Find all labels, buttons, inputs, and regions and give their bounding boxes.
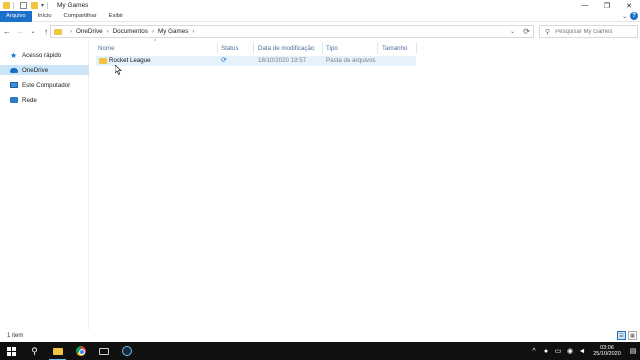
tab-arquivo[interactable]: Arquivo <box>0 10 32 22</box>
window-title: My Games <box>57 2 89 9</box>
maximize-button[interactable]: ❐ <box>596 0 618 11</box>
sync-icon: ⟳ <box>221 57 227 64</box>
expand-ribbon-icon[interactable]: ⌄ <box>622 13 627 20</box>
search-icon: ⚲ <box>545 28 551 36</box>
file-list[interactable]: Nome ^ Status Data de modificação Tipo T… <box>90 39 640 330</box>
sort-ascending-icon: ^ <box>154 39 157 45</box>
customize-toolbar-icon[interactable]: ▾ <box>41 2 44 9</box>
show-hidden-icons-icon[interactable]: ^ <box>528 342 540 360</box>
column-separator[interactable] <box>217 42 218 54</box>
monitor-icon <box>98 347 109 355</box>
column-separator[interactable] <box>416 42 417 54</box>
file-modified: 18/10/2020 19:57 <box>258 57 307 64</box>
start-button[interactable] <box>0 342 23 360</box>
column-header-status[interactable]: Status <box>221 42 239 54</box>
title-bar: ▾ My Games — ❐ ✕ <box>0 0 640 11</box>
cloud-icon <box>10 67 18 73</box>
tab-inicio[interactable]: Início <box>32 11 58 22</box>
search-icon: ⚲ <box>31 345 38 356</box>
sidebar-item-label: Acesso rápido <box>22 51 62 59</box>
search-input[interactable] <box>555 28 636 35</box>
taskbar-chrome[interactable] <box>69 342 92 360</box>
chevron-right-icon[interactable]: › <box>152 29 154 35</box>
clock[interactable]: 03:06 25/10/2020 <box>588 345 626 358</box>
taskbar-search-button[interactable]: ⚲ <box>23 342 46 360</box>
file-explorer-icon <box>52 347 63 355</box>
chrome-icon <box>75 346 86 356</box>
search-box[interactable]: ⚲ <box>539 25 638 38</box>
status-bar: 1 item ☰ ▦ <box>0 330 640 342</box>
details-view-icon[interactable]: ☰ <box>617 331 626 340</box>
network-tray-icon[interactable]: ▭ <box>552 342 564 360</box>
taskbar-file-explorer[interactable] <box>46 342 69 360</box>
ribbon-right-controls: ⌄ ? <box>622 12 638 20</box>
tab-exibir[interactable]: Exibir <box>103 11 130 22</box>
sidebar-item-label: Este Computador <box>22 81 71 89</box>
star-icon: ★ <box>10 50 18 60</box>
breadcrumb-onedrive[interactable]: OneDrive <box>76 28 103 35</box>
file-type: Pasta de arquivos <box>326 57 376 64</box>
sidebar-item-quick-access[interactable]: ★ Acesso rápido <box>0 50 89 60</box>
chevron-right-icon[interactable]: › <box>70 29 72 35</box>
column-separator[interactable] <box>253 42 254 54</box>
separator <box>13 2 14 9</box>
taskbar-monitor-app[interactable] <box>92 342 115 360</box>
sidebar-item-label: OneDrive <box>22 66 49 74</box>
clock-date: 25/10/2020 <box>593 351 621 357</box>
recent-locations-button[interactable]: ⌄ <box>27 26 39 38</box>
tab-compartilhar[interactable]: Compartilhar <box>58 11 103 22</box>
back-button[interactable]: ← <box>1 26 13 38</box>
column-header-size[interactable]: Tamanho <box>382 42 407 54</box>
large-icons-view-icon[interactable]: ▦ <box>628 331 637 340</box>
windows-icon <box>7 346 16 356</box>
steam-icon <box>121 346 132 356</box>
folder-icon <box>3 2 10 9</box>
breadcrumb-my-games[interactable]: My Games <box>158 28 188 35</box>
item-count: 1 item <box>7 333 24 339</box>
address-bar[interactable]: › OneDrive › Documentos › My Games › ⌄ ⟳ <box>50 25 534 38</box>
chevron-right-icon[interactable]: › <box>192 29 194 35</box>
window-controls: — ❐ ✕ <box>574 0 640 11</box>
view-toggle: ☰ ▦ <box>617 331 637 340</box>
breadcrumb-documentos[interactable]: Documentos <box>113 28 148 35</box>
chevron-down-icon[interactable]: ⌄ <box>510 28 515 35</box>
close-button[interactable]: ✕ <box>618 0 640 11</box>
steam-tray-icon[interactable]: ◉ <box>564 342 576 360</box>
system-tray: ^ ● ▭ ◉ ◄ 03:06 25/10/2020 ▤ <box>528 342 640 360</box>
microphone-icon[interactable]: ● <box>540 342 552 360</box>
help-icon[interactable]: ? <box>630 12 638 20</box>
table-row[interactable]: Rocket League ⟳ 18/10/2020 19:57 Pasta d… <box>96 56 416 66</box>
address-row: ← → ⌄ ↑ › OneDrive › Documentos › My Gam… <box>0 23 640 40</box>
network-icon <box>10 97 18 103</box>
column-separator[interactable] <box>377 42 378 54</box>
ribbon-tabs: Arquivo Início Compartilhar Exibir ⌄ ? <box>0 10 640 22</box>
new-folder-icon[interactable] <box>31 2 38 9</box>
minimize-button[interactable]: — <box>574 0 596 11</box>
column-header-type[interactable]: Tipo <box>326 42 338 54</box>
separator <box>47 2 49 9</box>
sidebar-item-network[interactable]: Rede <box>0 95 89 105</box>
taskbar-steam[interactable] <box>115 342 138 360</box>
navigation-pane: ★ Acesso rápido OneDrive Este Computador… <box>0 40 89 330</box>
sidebar-item-label: Rede <box>22 96 37 104</box>
folder-icon <box>99 58 107 64</box>
chevron-right-icon[interactable]: › <box>107 29 109 35</box>
forward-button[interactable]: → <box>14 26 26 38</box>
column-header-modified[interactable]: Data de modificação <box>258 42 314 54</box>
sidebar-item-this-pc[interactable]: Este Computador <box>0 80 89 90</box>
volume-icon[interactable]: ◄ <box>576 342 588 360</box>
folder-icon <box>54 28 62 35</box>
notification-icon[interactable]: ▤ <box>626 342 640 360</box>
sidebar-item-onedrive[interactable]: OneDrive <box>0 65 89 75</box>
computer-icon <box>10 82 18 88</box>
column-separator[interactable] <box>322 42 323 54</box>
column-header-name[interactable]: Nome <box>98 42 115 54</box>
refresh-icon[interactable]: ⟳ <box>523 27 530 36</box>
properties-icon[interactable] <box>20 2 27 9</box>
taskbar: ⚲ ^ ● ▭ ◉ ◄ 03:06 25/10/2020 ▤ <box>0 342 640 360</box>
